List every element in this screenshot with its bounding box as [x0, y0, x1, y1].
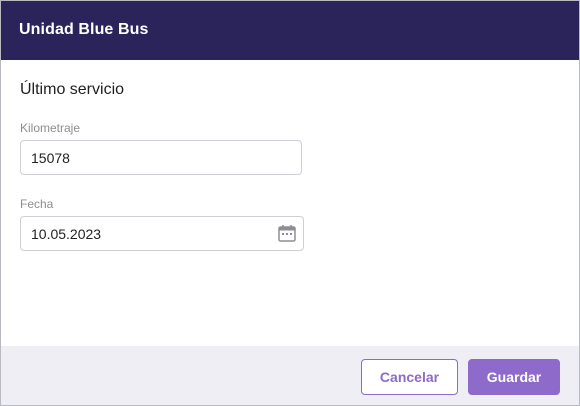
dialog-title: Unidad Blue Bus: [19, 21, 149, 38]
fecha-value: 10.05.2023: [31, 226, 102, 242]
save-button[interactable]: Guardar: [468, 359, 560, 395]
dialog: Unidad Blue Bus Último servicio Kilometr…: [0, 0, 580, 406]
calendar-icon[interactable]: [277, 223, 297, 243]
fecha-input[interactable]: 10.05.2023: [20, 216, 304, 251]
kilometraje-label: Kilometraje: [20, 121, 81, 135]
cancel-button[interactable]: Cancelar: [361, 359, 458, 395]
section-title: Último servicio: [20, 81, 125, 98]
kilometraje-value: 15078: [31, 150, 70, 166]
kilometraje-input[interactable]: 15078: [20, 140, 302, 175]
fecha-label: Fecha: [20, 197, 54, 211]
dialog-footer: Cancelar Guardar: [1, 346, 579, 405]
dialog-header: Unidad Blue Bus: [1, 1, 579, 60]
